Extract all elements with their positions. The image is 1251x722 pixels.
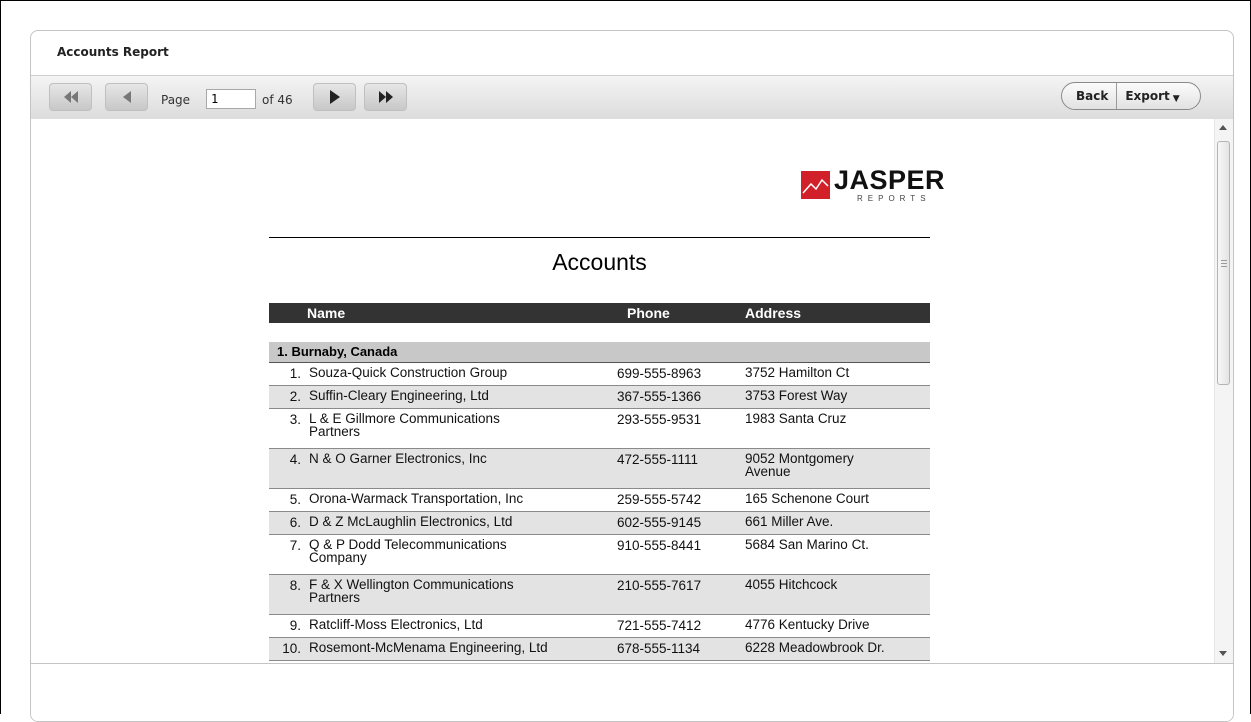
account-name: Rosemont-McMenama Engineering, Ltd <box>309 640 548 655</box>
account-address: 3753 Forest Way <box>745 388 848 403</box>
row-number: 6. <box>289 515 301 530</box>
account-name: Souza-Quick Construction Group <box>309 365 508 380</box>
next-page-button[interactable] <box>313 83 356 111</box>
account-address: 165 Schenone Court <box>745 491 869 506</box>
chevron-down-icon: ▼ <box>1172 94 1180 104</box>
row-number: 2. <box>289 389 301 404</box>
account-name: Orona-Warmack Transportation, Inc <box>309 491 524 506</box>
account-phone: 293-555-9531 <box>617 412 702 427</box>
report-viewer-panel: Accounts Report Page of 46 Bac <box>30 30 1234 722</box>
page-label: Page <box>161 93 191 107</box>
next-page-icon <box>329 90 340 104</box>
logo-subtext: REPORTS <box>857 194 931 203</box>
account-name: Ratcliff-Moss Electronics, Ltd <box>309 617 483 632</box>
grip-line <box>1221 266 1227 267</box>
account-address: 9052 Montgomery Avenue <box>745 451 854 479</box>
account-name: Suffin-Cleary Engineering, Ltd <box>309 388 489 403</box>
table-row: 8. F & X Wellington Communications Partn… <box>269 575 930 615</box>
header-divider <box>269 237 930 238</box>
table-row: 6. D & Z McLaughlin Electronics, Ltd 602… <box>269 512 930 535</box>
table-row: 4. N & O Garner Electronics, Inc 472-555… <box>269 449 930 489</box>
account-name: D & Z McLaughlin Electronics, Ltd <box>309 514 513 529</box>
pagination-toolbar: Page of 46 Back Export ▼ <box>31 75 1233 120</box>
account-phone: 472-555-1111 <box>617 452 699 467</box>
row-number: 10. <box>282 641 301 656</box>
page-number-input[interactable] <box>206 89 256 109</box>
vertical-scrollbar[interactable] <box>1214 119 1233 663</box>
export-button-label: Export <box>1125 89 1170 103</box>
panel-footer <box>31 663 1233 721</box>
account-name: L & E Gillmore Communications Partners <box>309 411 500 439</box>
account-name: F & X Wellington Communications Partners <box>309 577 514 605</box>
account-address: 661 Miller Ave. <box>745 514 834 529</box>
account-address: 4055 Hitchcock <box>745 577 838 592</box>
account-phone: 910-555-8441 <box>617 538 702 553</box>
column-header-address: Address <box>745 305 802 321</box>
grip-line <box>1221 260 1227 261</box>
report-title: Accounts <box>552 249 647 275</box>
table-row: 9. Ratcliff-Moss Electronics, Ltd 721-55… <box>269 615 930 638</box>
account-phone: 678-555-1134 <box>617 641 701 656</box>
page-count-label: of 46 <box>262 93 293 107</box>
account-phone: 602-555-9145 <box>617 515 702 530</box>
back-button-label: Back <box>1076 89 1109 103</box>
first-page-button[interactable] <box>49 83 92 111</box>
account-phone: 210-555-7617 <box>617 578 702 593</box>
account-phone: 367-555-1366 <box>617 389 702 404</box>
logo-text: JASPER <box>834 165 946 195</box>
row-number: 1. <box>289 366 301 381</box>
last-page-button[interactable] <box>364 83 407 111</box>
action-button-group: Back Export ▼ <box>1061 82 1201 110</box>
jasper-reports-logo: JASPER REPORTS <box>801 165 945 207</box>
previous-page-button[interactable] <box>105 83 148 111</box>
table-row: 7. Q & P Dodd Telecommunications Company… <box>269 535 930 575</box>
back-button[interactable]: Back <box>1062 83 1116 109</box>
row-number: 8. <box>289 578 301 593</box>
table-row: 5. Orona-Warmack Transportation, Inc 259… <box>269 489 930 512</box>
export-button[interactable]: Export ▼ <box>1117 83 1187 109</box>
row-number: 7. <box>289 538 301 553</box>
account-address: 1983 Santa Cruz <box>745 411 847 426</box>
column-header-row: Name Phone Address <box>269 303 930 323</box>
account-phone: 259-555-5742 <box>617 492 702 507</box>
panel-title: Accounts Report <box>57 45 169 59</box>
accounts-table-body: 1. Souza-Quick Construction Group 699-55… <box>269 363 930 661</box>
previous-page-icon <box>122 91 131 103</box>
scroll-up-icon[interactable] <box>1219 125 1227 130</box>
column-header-phone: Phone <box>627 305 670 321</box>
account-phone: 699-555-8963 <box>617 366 702 381</box>
report-content-area: JASPER REPORTS Accounts Name Phone Addre… <box>31 119 1233 663</box>
column-header-name: Name <box>307 305 346 321</box>
account-phone: 721-555-7412 <box>617 618 702 633</box>
first-page-icon <box>63 91 78 103</box>
row-number: 9. <box>289 618 301 633</box>
row-number: 5. <box>289 492 301 507</box>
group-header-label: 1. Burnaby, Canada <box>277 344 398 359</box>
table-row: 1. Souza-Quick Construction Group 699-55… <box>269 363 930 386</box>
table-row: 10. Rosemont-McMenama Engineering, Ltd 6… <box>269 638 930 661</box>
logo-mountain-icon <box>801 171 830 199</box>
account-name: Q & P Dodd Telecommunications Company <box>309 537 507 565</box>
scroll-thumb[interactable] <box>1217 141 1230 385</box>
last-page-icon <box>378 91 393 103</box>
row-number: 4. <box>289 452 301 467</box>
grip-line <box>1221 263 1227 264</box>
account-name: N & O Garner Electronics, Inc <box>309 451 487 466</box>
account-address: 3752 Hamilton Ct <box>745 365 850 380</box>
table-row: 2. Suffin-Cleary Engineering, Ltd 367-55… <box>269 386 930 409</box>
scroll-down-icon[interactable] <box>1219 651 1227 656</box>
group-header: 1. Burnaby, Canada <box>269 342 930 363</box>
account-address: 5684 San Marino Ct. <box>745 537 869 552</box>
table-row: 3. L & E Gillmore Communications Partner… <box>269 409 930 449</box>
account-address: 6228 Meadowbrook Dr. <box>745 640 885 655</box>
row-number: 3. <box>289 412 301 427</box>
account-address: 4776 Kentucky Drive <box>745 617 870 632</box>
